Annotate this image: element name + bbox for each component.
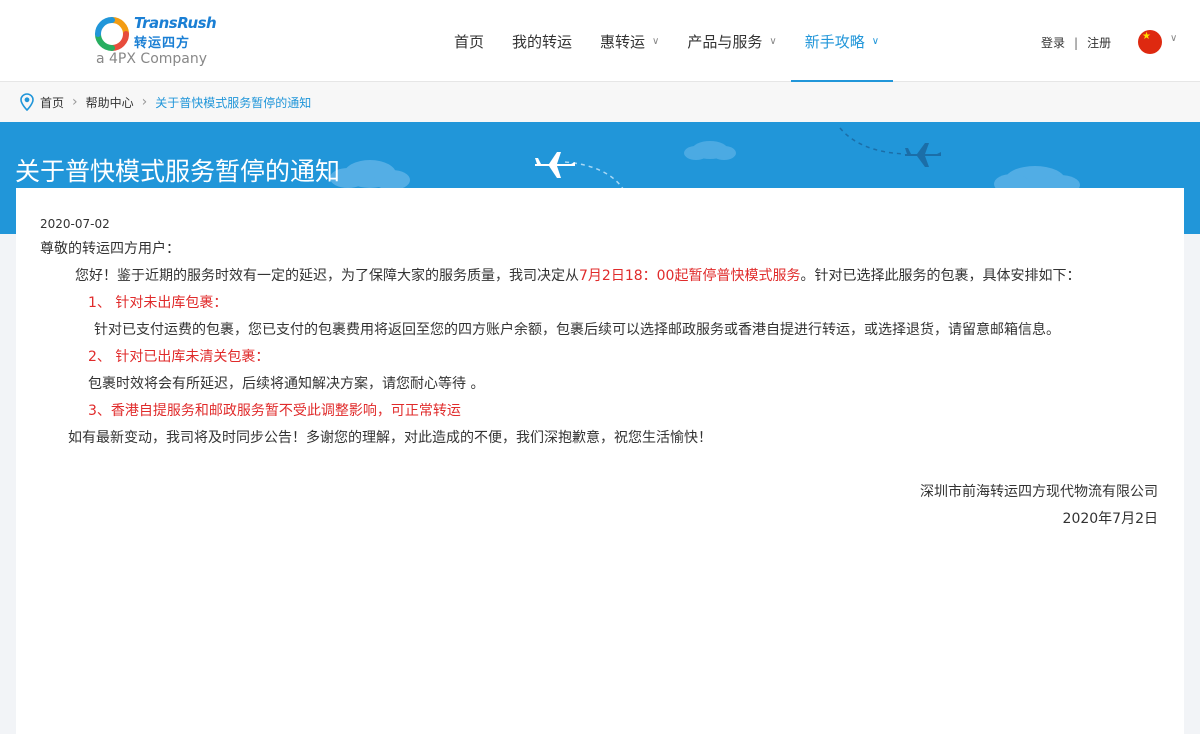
nav-item-label: 我的转运 bbox=[512, 32, 573, 51]
notice-intro-highlight: 7月2日18：00起暂停普快模式服务 bbox=[579, 268, 801, 284]
nav-item-beginner-guide[interactable]: 新手攻略 ∨ bbox=[790, 0, 894, 82]
login-link[interactable]: 登录 bbox=[1041, 34, 1065, 51]
register-link[interactable]: 注册 bbox=[1087, 34, 1111, 51]
notice-intro-text: 您好！鉴于近期的服务时效有一定的延迟，为了保障大家的服务质量，我司决定从 bbox=[75, 268, 579, 284]
notice-intro-text: 。针对已选择此服务的包裹，具体安排如下： bbox=[800, 268, 1081, 284]
auth-separator: | bbox=[1074, 35, 1079, 50]
notice-date: 2020-07-02 bbox=[40, 217, 110, 231]
logo-brand-en: TransRush bbox=[134, 14, 217, 32]
chevron-down-icon[interactable]: ∨ bbox=[1170, 33, 1177, 44]
transrush-logo[interactable]: TransRush 转运四方 a 4PX Company bbox=[94, 12, 224, 70]
notice-greeting: 尊敬的转运四方用户： bbox=[40, 241, 180, 257]
breadcrumb-current: 关于普快模式服务暂停的通知 bbox=[155, 95, 312, 110]
main-nav: 首页 我的转运 惠转运 ∨ 产品与服务 ∨ 新手攻略 ∨ bbox=[440, 0, 894, 82]
breadcrumb: 首页 › 帮助中心 › 关于普快模式服务暂停的通知 bbox=[0, 82, 1200, 122]
chevron-right-icon: › bbox=[141, 94, 148, 110]
nav-item-label: 首页 bbox=[454, 32, 485, 51]
nav-item-home[interactable]: 首页 bbox=[440, 0, 498, 82]
flag-star-icon: ★ bbox=[1142, 31, 1151, 42]
chevron-down-icon: ∨ bbox=[871, 35, 880, 47]
cloud-icon bbox=[330, 160, 410, 190]
nav-item-products-services[interactable]: 产品与服务 ∨ bbox=[673, 0, 790, 82]
china-flag-icon[interactable]: ★ bbox=[1138, 30, 1162, 54]
chevron-down-icon: ∨ bbox=[652, 35, 660, 47]
breadcrumb-home[interactable]: 首页 bbox=[40, 94, 64, 111]
nav-item-label: 产品与服务 bbox=[687, 32, 763, 51]
flight-path bbox=[839, 127, 906, 155]
notice-company: 深圳市前海转运四方现代物流有限公司 bbox=[920, 484, 1158, 500]
logo-mark-icon bbox=[95, 17, 129, 51]
logo-tagline: a 4PX Company bbox=[96, 51, 208, 67]
notice-item-body: 包裹时效将会有所延迟，后续将通知解决方案，请您耐心等待 。 bbox=[88, 376, 485, 392]
site-header: TransRush 转运四方 a 4PX Company 首页 我的转运 惠转运… bbox=[0, 0, 1200, 82]
notice-sign-date: 2020年7月2日 bbox=[1062, 511, 1158, 527]
notice-item-title: 3、香港自提服务和邮政服务暂不受此调整影响，可正常转运 bbox=[88, 403, 461, 419]
notice-item-title: 2、 针对已出库未清关包裹： bbox=[88, 349, 270, 365]
airplane-icon bbox=[905, 143, 941, 167]
auth-links: 登录 | 注册 bbox=[1041, 34, 1111, 51]
notice-item-title: 1、 针对未出库包裹： bbox=[88, 295, 228, 311]
notice-card: 2020-07-02 尊敬的转运四方用户： 您好！鉴于近期的服务时效有一定的延迟… bbox=[16, 188, 1184, 734]
airplane-icon bbox=[535, 152, 575, 178]
chevron-right-icon: › bbox=[72, 94, 78, 110]
notice-intro: 您好！鉴于近期的服务时效有一定的延迟，为了保障大家的服务质量，我司决定从7月2日… bbox=[40, 263, 1160, 290]
breadcrumb-help-center[interactable]: 帮助中心 bbox=[86, 94, 134, 111]
notice-closing: 如有最新变动，我司将及时同步公告！多谢您的理解，对此造成的不便，我们深抱歉意，祝… bbox=[68, 430, 712, 446]
location-pin-icon bbox=[20, 93, 34, 111]
cloud-icon bbox=[684, 141, 736, 160]
logo-brand-cn: 转运四方 bbox=[134, 36, 191, 51]
nav-item-promotions[interactable]: 惠转运 ∨ bbox=[586, 0, 673, 82]
notice-item-body: 针对已支付运费的包裹，您已支付的包裹费用将返回至您的四方账户余额，包裹后续可以选… bbox=[94, 322, 1060, 338]
nav-item-my-transfer[interactable]: 我的转运 bbox=[498, 0, 586, 82]
nav-item-label: 新手攻略 bbox=[804, 32, 865, 51]
nav-item-label: 惠转运 bbox=[600, 32, 646, 51]
page-title: 关于普快模式服务暂停的通知 bbox=[15, 157, 341, 186]
chevron-down-icon: ∨ bbox=[769, 35, 777, 47]
